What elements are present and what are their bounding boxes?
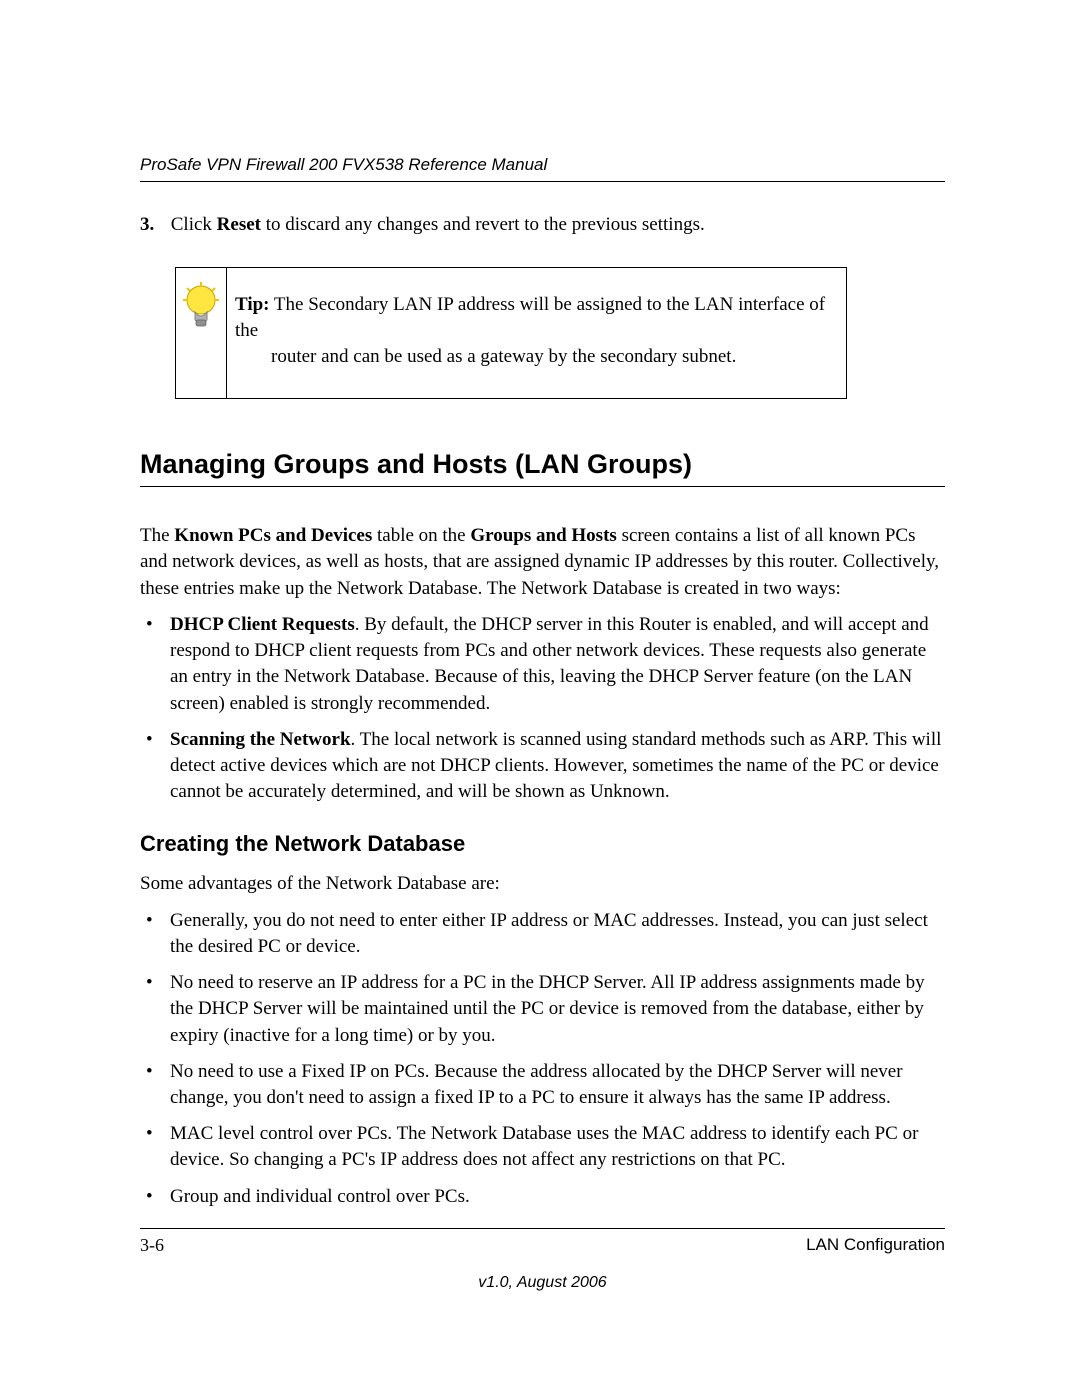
page-footer: 3-6 LAN Configuration [140,1228,945,1256]
tip-icon-cell [176,268,227,399]
step-number: 3. [140,212,166,239]
section-heading: Managing Groups and Hosts (LAN Groups) [140,449,945,487]
step-text-post: to discard any changes and revert to the… [261,214,705,235]
subsection-heading: Creating the Network Database [140,831,945,857]
subsection-intro: Some advantages of the Network Database … [140,871,945,897]
tip-text: Tip: The Secondary LAN IP address will b… [227,268,846,399]
section-intro: The Known PCs and Devices table on the G… [140,523,945,602]
list-item: No need to use a Fixed IP on PCs. Becaus… [140,1059,945,1111]
tip-line2: router and can be used as a gateway by t… [271,346,736,367]
step-text-pre: Click [171,214,217,235]
list-item: Generally, you do not need to enter eith… [140,908,945,960]
tip-label: Tip: [235,294,270,315]
chapter-name: LAN Configuration [806,1235,945,1256]
list-item: Scanning the Network. The local network … [140,727,945,806]
list-item: MAC level control over PCs. The Network … [140,1121,945,1173]
tip-callout: Tip: The Secondary LAN IP address will b… [175,267,847,400]
page-number: 3-6 [140,1235,164,1256]
step-bold-reset: Reset [217,214,261,235]
tip-line1: The Secondary LAN IP address will be ass… [235,294,825,341]
list-item: No need to reserve an IP address for a P… [140,970,945,1049]
list-item: Group and individual control over PCs. [140,1184,945,1210]
section-bullet-list: DHCP Client Requests. By default, the DH… [140,612,945,806]
version-line: v1.0, August 2006 [140,1274,945,1292]
numbered-step-3: 3. Click Reset to discard any changes an… [140,212,945,239]
list-item: DHCP Client Requests. By default, the DH… [140,612,945,717]
document-page: ProSafe VPN Firewall 200 FVX538 Referenc… [0,0,1080,1397]
lightbulb-icon [181,282,221,332]
running-header: ProSafe VPN Firewall 200 FVX538 Referenc… [140,155,945,182]
subsection-bullet-list: Generally, you do not need to enter eith… [140,908,945,1210]
